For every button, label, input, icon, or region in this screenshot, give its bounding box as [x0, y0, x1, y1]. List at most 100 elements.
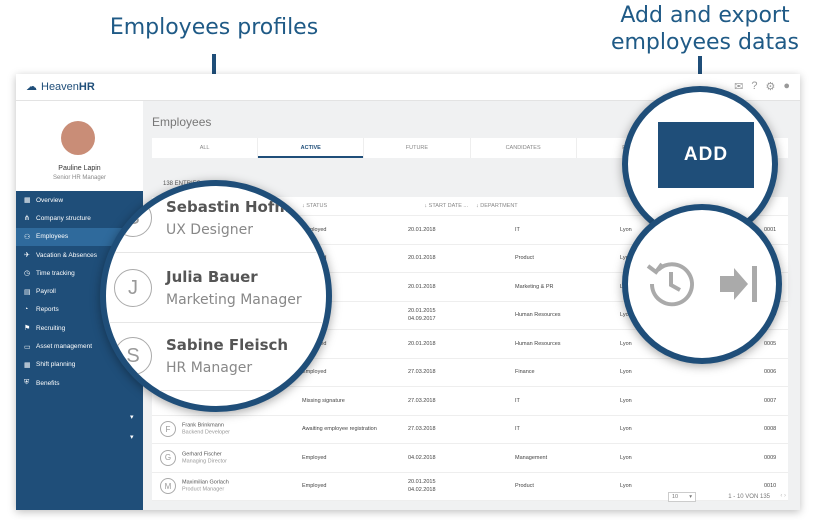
tab-all[interactable]: ALL [152, 138, 259, 158]
avatar: S [114, 337, 152, 375]
sidebar-item-label: Recruiting [36, 324, 66, 332]
org-chart-icon: ⋔ [24, 215, 30, 223]
department-cell: IT [515, 397, 520, 404]
sidebar-item-label: Overview [36, 196, 64, 204]
callout-employee-profiles: Employees profiles [109, 15, 319, 40]
lens-row[interactable]: J Julia Bauer Marketing Manager [106, 256, 326, 323]
start-date-cell: 04.02.2018 [408, 454, 436, 462]
employee-role: Managing Director [182, 458, 227, 465]
sidebar-item-label: Asset management [36, 343, 93, 351]
app-logo[interactable]: ☁ HeavenHR [26, 80, 95, 94]
chevron-down-icon[interactable]: ▾ [130, 433, 134, 441]
department-cell: IT [515, 426, 520, 433]
tab-candidates[interactable]: CANDIDATES [471, 138, 577, 158]
lens-employee-role: HR Manager [166, 360, 253, 376]
callout-add-export-line1: Add and export [620, 3, 790, 28]
status-cell: Awaiting employee registration [302, 426, 377, 433]
start-date-cell: 20.01.2018 [408, 283, 436, 291]
topbar-icons: ✉ ? ⚙ ● [734, 80, 790, 93]
lens-row[interactable]: S Sebastin Hofmann UX Designer [106, 186, 326, 253]
start-date-cell: 20.01.2018 [408, 254, 436, 262]
avatar: F [160, 421, 176, 438]
location-cell: Lyon [620, 397, 632, 404]
sidebar-item-label: Benefits [36, 379, 60, 387]
monitor-icon: ▭ [24, 343, 31, 351]
page-range: 1 - 10 VON 135 [728, 494, 770, 500]
calendar-icon: ▦ [24, 361, 31, 369]
table-row[interactable]: G Gerhard Fischer Managing Director Employe… [152, 444, 788, 473]
avatar-small-icon[interactable]: ● [783, 80, 790, 93]
start-date-cell: 20.01.2015 04.09.2017 [408, 307, 436, 323]
sidebar-item-label: Reports [36, 306, 59, 314]
sidebar-item-label: Vacation & Absences [36, 251, 97, 259]
help-icon[interactable]: ? [751, 80, 757, 93]
lens-row[interactable]: S Sabine Fleisch HR Manager [106, 324, 326, 391]
sidebar-item-label: Shift planning [36, 361, 76, 369]
start-date: 20.01.2018 [408, 226, 436, 233]
sidebar-item-label: Payroll [36, 288, 56, 296]
department-cell: Product [515, 255, 534, 262]
status-cell: Missing signature [302, 397, 345, 404]
chevron-down-icon[interactable]: ▾ [130, 413, 134, 421]
brand-suffix: HR [78, 80, 95, 93]
start-date-cell: 27.03.2018 [408, 397, 436, 405]
recruiting-icon: ⚑ [24, 325, 31, 333]
start-date: 20.01.2015 [408, 479, 436, 486]
start-date: 20.01.2018 [408, 255, 436, 262]
avatar: S [114, 199, 152, 237]
callout-add-export-line2: employees datas [610, 30, 800, 55]
logo-icon: ☁ [26, 81, 37, 93]
lens-employee-role: UX Designer [166, 222, 253, 238]
start-date: 27.03.2018 [408, 426, 436, 433]
profile-name: Pauline Lapin [58, 165, 101, 172]
clock-icon: ◷ [24, 270, 31, 278]
payroll-icon: ▤ [24, 288, 31, 296]
export-icon[interactable] [720, 266, 757, 302]
employee-id-cell: 0008 [764, 426, 777, 433]
user-profile: Pauline Lapin Senior HR Manager [16, 101, 143, 191]
start-date-cell: 27.03.2018 [408, 425, 436, 433]
avatar: G [160, 449, 176, 466]
header-department[interactable]: ↓ DEPARTMENT [476, 203, 518, 209]
employee-role: Backend Developer [182, 429, 231, 436]
employee-id-cell: 0006 [764, 369, 777, 376]
sidebar-item-label: Time tracking [36, 269, 75, 277]
employee-name: Frank Brinkmann [182, 422, 224, 429]
page-title: Employees [152, 115, 212, 129]
header-start-date[interactable]: ↓ START DATE ... [408, 203, 468, 209]
start-date-2: 04.09.2017 [408, 316, 436, 323]
sidebar-item-label: Employees [36, 233, 69, 241]
location-cell: Lyon [620, 454, 632, 461]
pie-chart-icon: ◔ [24, 306, 29, 314]
lens-employee-name: Sabine Fleisch [166, 336, 289, 354]
next-page-icon[interactable]: › [784, 493, 786, 499]
export-magnifier [622, 204, 782, 364]
plane-icon: ✈ [24, 252, 30, 260]
sidebar-item-label: Company structure [36, 214, 91, 222]
people-icon: ⚇ [24, 233, 31, 241]
employee-id-cell: 0007 [764, 397, 777, 404]
prev-page-icon[interactable]: ‹ [780, 493, 782, 499]
add-employee-button[interactable]: ADD [658, 122, 754, 188]
lens-employee-name: Sebastin Hofmann [166, 198, 322, 216]
tab-future[interactable]: FUTURE [364, 138, 471, 158]
department-cell: IT [515, 226, 520, 233]
employee-name-cell: Gerhard Fischer Managing Director [182, 451, 227, 464]
profile-role: Senior HR Manager [52, 175, 107, 181]
page-size-select[interactable]: 10 ▾ [668, 492, 696, 502]
employee-id-cell: 0009 [764, 454, 777, 461]
start-date-cell: 20.01.2018 [408, 340, 436, 348]
table-row[interactable]: F Frank Brinkmann Backend Developer Awaitin… [152, 416, 788, 444]
start-date: 20.01.2018 [408, 340, 436, 347]
history-icon[interactable] [646, 262, 694, 307]
tab-active[interactable]: ACTIVE [258, 138, 365, 158]
gear-icon[interactable]: ⚙ [765, 80, 775, 93]
avatar[interactable] [61, 121, 95, 155]
lens-employee-role: Marketing Manager [166, 292, 302, 308]
employee-name-cell: Frank Brinkmann Backend Developer [182, 423, 230, 436]
department-cell: Management [515, 454, 548, 461]
gift-icon[interactable]: ✉ [734, 80, 743, 93]
start-date: 27.03.2018 [408, 369, 436, 376]
chevron-down-icon: ▾ [689, 494, 692, 500]
export-icons [646, 262, 757, 307]
